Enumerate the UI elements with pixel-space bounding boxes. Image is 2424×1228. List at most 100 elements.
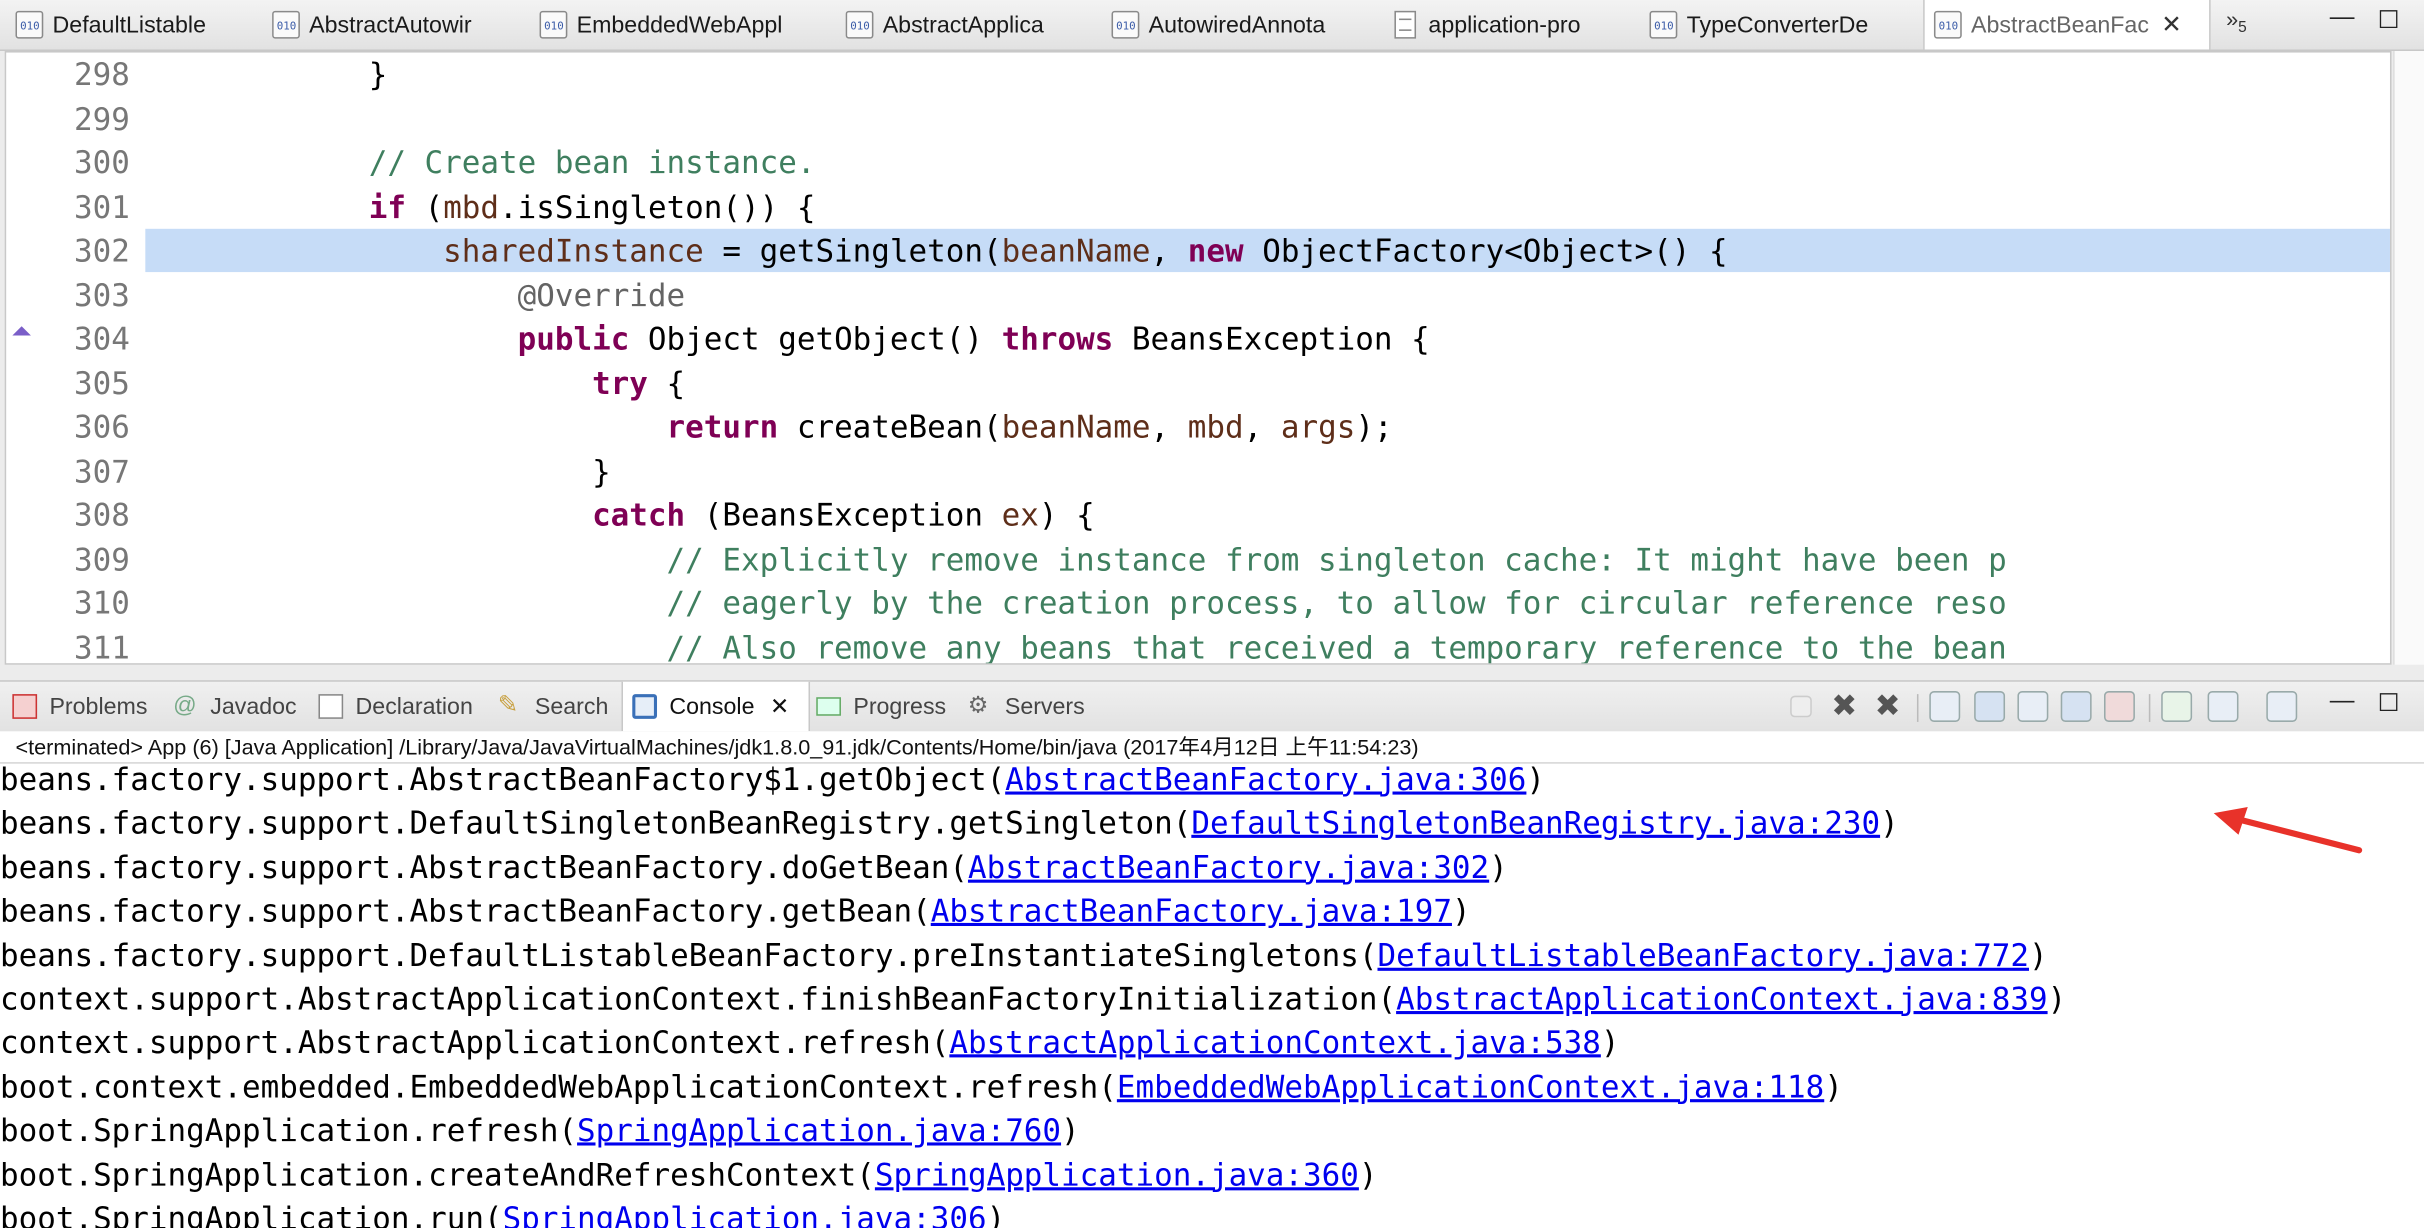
code-token: try	[592, 364, 648, 402]
close-tab-icon[interactable]: ✕	[2161, 9, 2182, 40]
tab-overflow-button[interactable]: »5	[2226, 6, 2247, 37]
maximize-view-button[interactable]: ☐	[2378, 688, 2400, 719]
code-text: if (mbd.isSingleton()) {	[145, 185, 816, 228]
line-number: 310	[74, 584, 130, 622]
line-number: 300	[74, 143, 130, 181]
minimize-view-button[interactable]: —	[2330, 688, 2355, 716]
maximize-button[interactable]: ☐	[2378, 5, 2400, 36]
code-token: new	[1187, 231, 1244, 269]
source-link[interactable]: AbstractApplicationContext.java:538	[949, 1024, 1601, 1061]
show-on-stderr-icon[interactable]	[2103, 691, 2135, 722]
source-link[interactable]: EmbeddedWebApplicationContext.java:118	[1117, 1068, 1824, 1105]
remove-launch-icon[interactable]: ✖	[1829, 691, 1860, 722]
code-line: 299	[6, 97, 2390, 140]
source-link[interactable]: DefaultSingletonBeanRegistry.java:230	[1191, 804, 1880, 841]
minimize-icon: —	[2329, 687, 2355, 715]
code-text: @Override	[145, 273, 686, 316]
stack-frame-text: boot.context.embedded.EmbeddedWebApplica…	[0, 1067, 1117, 1106]
line-number: 306	[74, 408, 130, 446]
code-token: (	[405, 187, 444, 225]
console-output[interactable]: beans.factory.support.AbstractBeanFactor…	[0, 762, 2424, 1228]
code-token: beanName	[1001, 408, 1151, 446]
code-editor[interactable]: 298 } 299 300 // Create bean instance. 301 …	[4, 51, 2392, 665]
console-line: beans.factory.support.DefaultSingletonBe…	[0, 801, 1899, 844]
editor-tab-typeconverterde[interactable]: TypeConverterDe	[1649, 0, 1920, 49]
source-link[interactable]: SpringApplication.java:760	[577, 1112, 1061, 1149]
class-file-icon	[1933, 10, 1962, 39]
open-console-icon[interactable]	[2266, 691, 2298, 722]
stack-frame-text: boot.SpringApplication.run(	[0, 1199, 503, 1228]
code-line: 305 try {	[6, 361, 2390, 404]
display-selected-console-icon[interactable]	[2207, 691, 2239, 722]
editor-tab-autowiredannota[interactable]: AutowiredAnnota	[1111, 0, 1375, 49]
console-line: beans.factory.support.DefaultListableBea…	[0, 933, 2048, 976]
source-link[interactable]: SpringApplication.java:360	[875, 1156, 1359, 1193]
code-line: 304 public Object getObject() throws Bea…	[6, 317, 2390, 360]
editor-tab-abstractapplica[interactable]: AbstractApplica	[845, 0, 1101, 49]
search-icon: ✎	[497, 692, 519, 719]
word-wrap-icon[interactable]	[2017, 691, 2049, 722]
tab-label: EmbeddedWebAppl	[576, 11, 783, 38]
tab-console[interactable]: Console ✕	[621, 681, 811, 732]
source-link[interactable]: AbstractBeanFactory.java:197	[931, 892, 1452, 929]
terminate-button[interactable]	[1790, 695, 1812, 718]
console-status-line: <terminated> App (6) [Java Application] …	[0, 731, 2424, 763]
servers-icon: ⚙	[967, 692, 989, 719]
code-token: beanName	[1001, 231, 1151, 269]
pin-console-icon[interactable]	[2161, 691, 2193, 722]
clear-console-icon[interactable]	[1929, 691, 1961, 722]
stack-frame-suffix: )	[1880, 804, 1899, 842]
line-number: 303	[74, 275, 130, 314]
code-line: 311 // Also remove any beans that receiv…	[6, 625, 2390, 663]
tab-problems[interactable]: Problems	[12, 682, 147, 731]
stack-frame-suffix: )	[1358, 1155, 1378, 1193]
stack-frame-suffix: )	[1824, 1067, 1843, 1106]
editor-tab-abstractbeanfac[interactable]: AbstractBeanFac ✕	[1923, 0, 2211, 50]
tab-declaration[interactable]: Declaration	[318, 682, 473, 731]
remove-all-terminated-icon[interactable]: ✖	[1872, 691, 1903, 722]
tab-search[interactable]: ✎ Search	[498, 682, 609, 731]
stack-frame-text: context.support.AbstractApplicationConte…	[0, 1024, 950, 1062]
console-line: beans.factory.support.AbstractBeanFactor…	[0, 845, 1508, 888]
code-text: // eagerly by the creation process, to a…	[145, 581, 2007, 624]
editor-tab-defaultlistable[interactable]: DefaultListable	[15, 0, 262, 49]
code-token: .isSingleton()) {	[499, 187, 816, 225]
tab-servers[interactable]: ⚙ Servers	[968, 682, 1085, 731]
minimize-button[interactable]: —	[2330, 5, 2355, 33]
code-token: ,	[1243, 408, 1281, 446]
source-link[interactable]: DefaultListableBeanFactory.java:772	[1377, 936, 2029, 973]
code-line: 300 // Create bean instance.	[6, 141, 2390, 184]
tab-javadoc[interactable]: @ Javadoc	[173, 682, 296, 731]
source-link[interactable]: SpringApplication.java:306	[503, 1200, 987, 1228]
editor-tab-embeddedwebappl[interactable]: EmbeddedWebAppl	[539, 0, 834, 49]
editor-tab-application-pro[interactable]: application-pro	[1391, 0, 1638, 49]
code-token: catch	[592, 496, 686, 534]
javadoc-icon: @	[173, 692, 197, 719]
source-link[interactable]: AbstractApplicationContext.java:839	[1396, 980, 2048, 1017]
code-token: args	[1280, 408, 1356, 446]
source-link[interactable]: AbstractBeanFactory.java:306	[1005, 764, 1526, 798]
editor-tab-abstractautowir[interactable]: AbstractAutowir	[272, 0, 527, 49]
editor-vertical-scrollbar[interactable]	[2393, 51, 2424, 665]
code-line: 303 @Override	[6, 273, 2390, 316]
tab-label: application-pro	[1428, 11, 1581, 38]
tab-label: Search	[534, 693, 609, 720]
class-file-icon	[845, 10, 874, 39]
line-number: 309	[74, 540, 130, 578]
code-text: public Object getObject() throws BeansEx…	[145, 317, 1430, 360]
code-token: = getSingleton(	[703, 231, 1002, 269]
line-number: 305	[74, 364, 130, 402]
tab-progress[interactable]: Progress	[816, 682, 946, 731]
minimize-icon: —	[2329, 4, 2355, 31]
show-on-stdout-icon[interactable]	[2060, 691, 2092, 722]
line-number: 299	[74, 99, 130, 137]
source-link[interactable]: AbstractBeanFactory.java:302	[968, 848, 1489, 885]
scroll-lock-icon[interactable]	[1974, 691, 2006, 722]
code-token: ObjectFactory<Object>() {	[1243, 231, 1728, 269]
close-tab-icon[interactable]: ✕	[770, 693, 789, 720]
